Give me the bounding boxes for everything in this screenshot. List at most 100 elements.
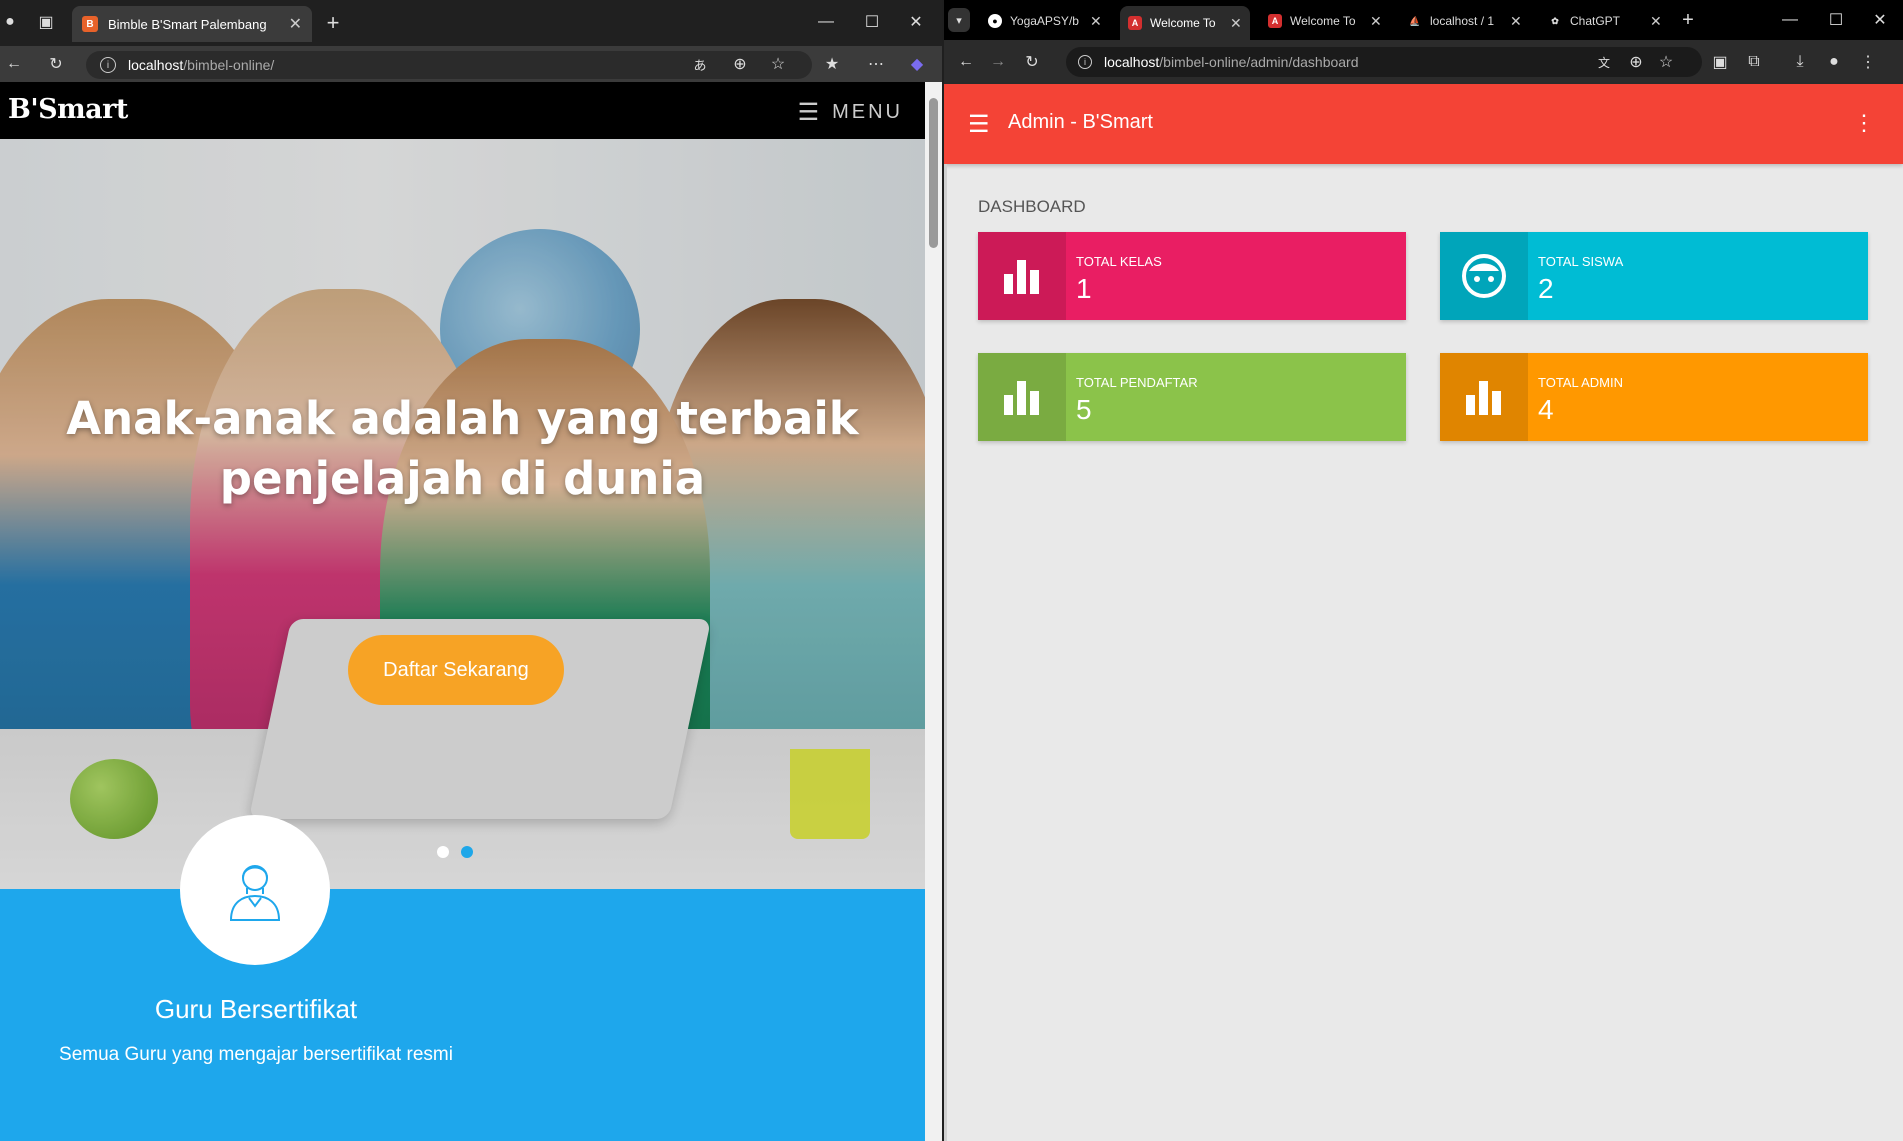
site-navbar: B'Smart ☰ MENU bbox=[0, 82, 925, 139]
read-aloud-icon[interactable]: あ bbox=[690, 54, 710, 74]
card-label: TOTAL SISWA bbox=[1538, 254, 1624, 269]
sidebar-edge bbox=[944, 164, 947, 1141]
puzzle-extensions-icon[interactable]: ⧉ bbox=[1744, 52, 1764, 72]
minimize-icon[interactable]: — bbox=[816, 12, 836, 32]
tab-search-icon[interactable]: ▾ bbox=[948, 8, 970, 32]
right-browser-window: ▾ ● YogaAPSY/b ✕ A Welcome To ✕ A Welcom… bbox=[944, 0, 1903, 1141]
minimize-icon[interactable]: — bbox=[1780, 10, 1800, 30]
right-address-bar-row: ← → ↻ i localhost/bimbel-online/admin/da… bbox=[944, 40, 1903, 84]
tab-label: ChatGPT bbox=[1570, 14, 1621, 28]
close-window-icon[interactable]: ✕ bbox=[1870, 10, 1890, 30]
scrollbar-thumb[interactable] bbox=[929, 98, 938, 248]
tab-phpmyadmin[interactable]: ⛵ localhost / 1 ✕ bbox=[1400, 6, 1530, 36]
forward-icon[interactable]: → bbox=[988, 52, 1008, 72]
carousel-dot[interactable] bbox=[437, 846, 449, 858]
profile-icon[interactable]: ● bbox=[1824, 52, 1844, 72]
tab-title: Bimble B'Smart Palembang bbox=[108, 16, 267, 32]
carousel-dot-active[interactable] bbox=[461, 846, 473, 858]
more-vert-icon[interactable]: ⋮ bbox=[1853, 110, 1875, 136]
zoom-icon[interactable]: ⊕ bbox=[1626, 52, 1646, 72]
hamburger-icon: ☰ bbox=[797, 99, 823, 126]
tab-close-icon[interactable]: ✕ bbox=[1090, 13, 1102, 30]
tab-close-icon[interactable]: ✕ bbox=[1230, 15, 1242, 32]
reload-icon[interactable]: ↻ bbox=[1022, 52, 1042, 72]
carousel-indicators bbox=[437, 846, 473, 858]
dashboard-heading: DASHBOARD bbox=[978, 197, 1086, 216]
phpmyadmin-icon: ⛵ bbox=[1409, 15, 1421, 26]
tab-label: YogaAPSY/b bbox=[1010, 14, 1079, 28]
profile-icon[interactable]: ● bbox=[0, 10, 20, 34]
maximize-icon[interactable]: ☐ bbox=[1826, 10, 1846, 30]
left-browser-window: ● ▣ B Bimble B'Smart Palembang ✕ + — ☐ ✕… bbox=[0, 0, 942, 1141]
card-value: 1 bbox=[1076, 273, 1092, 304]
tab-github[interactable]: ● YogaAPSY/b ✕ bbox=[980, 6, 1110, 36]
tab-welcome-active[interactable]: A Welcome To ✕ bbox=[1120, 6, 1250, 40]
github-icon: ● bbox=[988, 14, 1002, 28]
site-logo[interactable]: B'Smart bbox=[8, 94, 128, 125]
new-tab-icon[interactable]: + bbox=[322, 10, 344, 35]
face-icon bbox=[1440, 232, 1528, 320]
page-scrollbar[interactable] bbox=[925, 82, 942, 1141]
tab-welcome[interactable]: A Welcome To ✕ bbox=[1260, 6, 1390, 36]
chrome-menu-icon[interactable]: ⋮ bbox=[1858, 52, 1878, 72]
bookmark-star-icon[interactable]: ☆ bbox=[1656, 52, 1676, 72]
reload-icon[interactable]: ↻ bbox=[46, 54, 66, 74]
register-button[interactable]: Daftar Sekarang bbox=[348, 635, 564, 705]
card-value: 2 bbox=[1538, 273, 1554, 304]
tab-close-icon[interactable]: ✕ bbox=[1370, 13, 1382, 30]
card-total-admin[interactable]: TOTAL ADMIN 4 bbox=[1440, 353, 1868, 441]
hero-title: Anak-anak adalah yang terbaik penjelajah… bbox=[66, 392, 859, 505]
url-host: localhost bbox=[128, 57, 184, 73]
tab-label: Welcome To bbox=[1150, 16, 1216, 30]
left-tab-bar: ● ▣ B Bimble B'Smart Palembang ✕ + — ☐ ✕ bbox=[0, 0, 942, 46]
copilot-icon[interactable]: ◆ bbox=[906, 54, 928, 74]
hero-carousel: Anak-anak adalah yang terbaik penjelajah… bbox=[0, 139, 925, 889]
chatgpt-icon: ✿ bbox=[1551, 15, 1559, 26]
workspaces-icon[interactable]: ▣ bbox=[36, 12, 56, 32]
tab-close-icon[interactable]: ✕ bbox=[1650, 13, 1662, 30]
url-host: localhost bbox=[1104, 54, 1160, 70]
app-title: Admin - B'Smart bbox=[1008, 111, 1153, 133]
url-path: /bimbel-online/admin/dashboard bbox=[1159, 54, 1359, 70]
feature-description: Semua Guru yang mengajar bersertifikat r… bbox=[59, 1044, 453, 1065]
tab-label: localhost / 1 bbox=[1430, 14, 1495, 28]
site-info-icon[interactable]: i bbox=[1078, 55, 1092, 69]
tab-close-icon[interactable]: ✕ bbox=[289, 14, 302, 34]
tab-close-icon[interactable]: ✕ bbox=[1510, 13, 1522, 30]
favorite-star-icon[interactable]: ☆ bbox=[768, 54, 788, 74]
tab-bimble[interactable]: B Bimble B'Smart Palembang ✕ bbox=[72, 6, 312, 42]
menu-button[interactable]: ☰ MENU bbox=[798, 98, 903, 127]
tab-chatgpt[interactable]: ✿ ChatGPT ✕ bbox=[1540, 6, 1670, 36]
feature-title: Guru Bersertifikat bbox=[154, 994, 358, 1024]
card-value: 4 bbox=[1538, 394, 1554, 425]
site-info-icon[interactable]: i bbox=[100, 57, 116, 73]
features-section: Guru Bersertifikat Semua Guru yang menga… bbox=[0, 815, 925, 1141]
translate-icon[interactable]: 文 bbox=[1594, 52, 1614, 72]
app-icon: A bbox=[1128, 16, 1142, 30]
more-options-icon[interactable]: ⋯ bbox=[866, 54, 886, 74]
card-label: TOTAL KELAS bbox=[1076, 254, 1162, 269]
feature-icon-circle bbox=[180, 815, 330, 965]
teacher-icon bbox=[229, 865, 281, 921]
back-icon[interactable]: ← bbox=[4, 54, 24, 74]
close-window-icon[interactable]: ✕ bbox=[906, 12, 926, 32]
app-icon: A bbox=[1268, 14, 1282, 28]
favorites-icon[interactable]: ★ bbox=[822, 54, 842, 74]
menu-label: MENU bbox=[832, 101, 903, 123]
bar-chart-icon bbox=[978, 353, 1066, 441]
bar-chart-icon bbox=[1440, 353, 1528, 441]
zoom-icon[interactable]: ⊕ bbox=[730, 54, 750, 74]
maximize-icon[interactable]: ☐ bbox=[862, 12, 882, 32]
new-tab-icon[interactable]: + bbox=[1678, 9, 1698, 31]
hamburger-icon[interactable]: ☰ bbox=[968, 110, 990, 139]
admin-app-bar: ☰ Admin - B'Smart ⋮ bbox=[944, 84, 1903, 164]
site-favicon-icon: B bbox=[82, 16, 98, 32]
extension-icon[interactable]: ▣ bbox=[1710, 52, 1730, 72]
card-total-kelas[interactable]: TOTAL KELAS 1 bbox=[978, 232, 1406, 320]
card-total-pendaftar[interactable]: TOTAL PENDAFTAR 5 bbox=[978, 353, 1406, 441]
left-address-bar-row: ← ↻ i localhost/bimbel-online/ あ ⊕ ☆ ★ ⋯… bbox=[0, 46, 942, 82]
card-total-siswa[interactable]: TOTAL SISWA 2 bbox=[1440, 232, 1868, 320]
back-icon[interactable]: ← bbox=[956, 52, 976, 72]
download-icon[interactable]: ⤓ bbox=[1790, 52, 1810, 72]
card-value: 5 bbox=[1076, 394, 1092, 425]
